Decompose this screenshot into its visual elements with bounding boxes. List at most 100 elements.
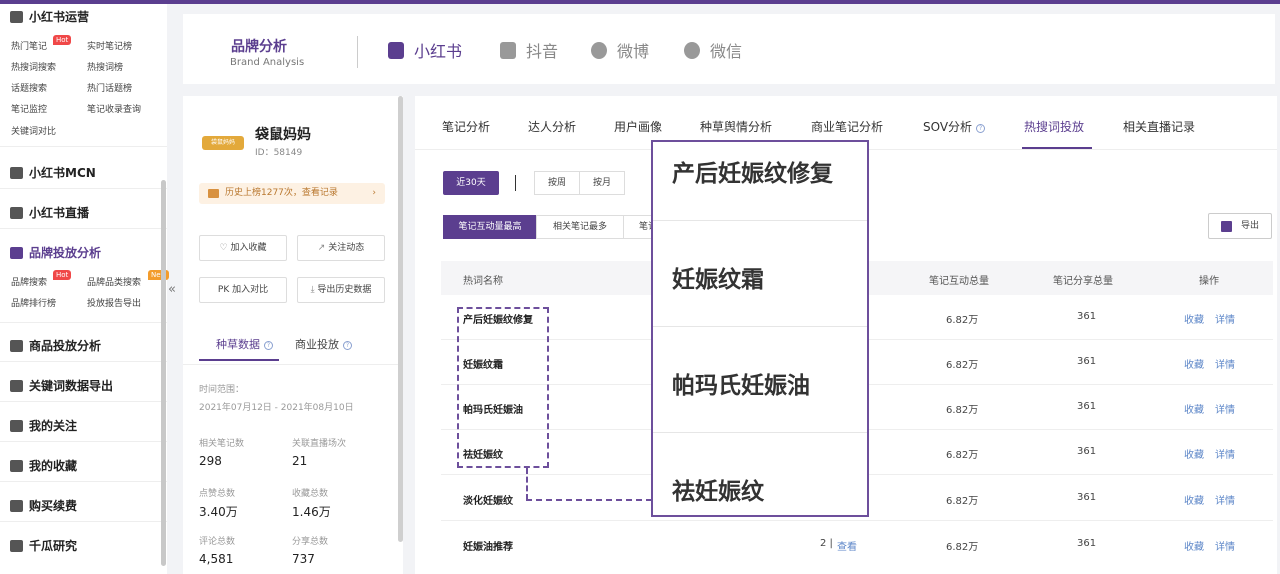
follow-updates-button[interactable]: ↗ 关注动态 <box>297 235 385 261</box>
favorite-link[interactable]: 收藏 <box>1184 401 1204 416</box>
tab-hot-search-ads[interactable]: 热搜词投放 <box>1024 118 1084 135</box>
detail-link[interactable]: 详情 <box>1215 492 1235 507</box>
heart-icon <box>10 459 23 472</box>
column-header: 热词名称 <box>463 276 503 287</box>
sidebar-section-xhs-ops[interactable]: 小红书运营 <box>10 8 89 25</box>
favorite-link[interactable]: 收藏 <box>1184 492 1204 507</box>
tab-xiaohongshu[interactable]: 小红书 <box>388 38 462 62</box>
sidebar-item-hot-search[interactable]: 热搜词搜索 <box>11 60 56 73</box>
sidebar-scrollbar[interactable] <box>161 180 166 566</box>
favorite-link[interactable]: 收藏 <box>1184 311 1204 326</box>
sidebar-item-topic-search[interactable]: 话题搜索 <box>11 81 47 94</box>
page-subtitle: Brand Analysis <box>230 57 305 68</box>
divider <box>0 401 167 402</box>
export-button[interactable]: 导出 <box>1208 213 1272 239</box>
tab-note-analysis[interactable]: 笔记分析 <box>442 118 490 135</box>
by-month-button[interactable]: 按月 <box>579 171 625 195</box>
favorite-link[interactable]: 收藏 <box>1184 356 1204 371</box>
sidebar-section-keyword-export[interactable]: 关键词数据导出 <box>10 377 113 394</box>
tab-seeding-data[interactable]: 种草数据? <box>216 336 273 352</box>
sidebar-item-realtime-notes[interactable]: 实时笔记榜 <box>87 39 132 52</box>
sidebar-section-live[interactable]: 小红书直播 <box>10 204 89 221</box>
sidebar-section-brand[interactable]: 品牌投放分析 <box>10 244 101 261</box>
tab-wechat[interactable]: 微信 <box>684 38 742 62</box>
sidebar-item-note-monitor[interactable]: 笔记监控 <box>11 102 47 115</box>
header-divider <box>357 36 358 68</box>
stat-label: 点赞总数 <box>199 489 236 499</box>
favorite-link[interactable]: 收藏 <box>1184 446 1204 461</box>
brand-id: ID：58149 <box>255 148 303 158</box>
tab-user-profile[interactable]: 用户画像 <box>614 118 662 135</box>
hot-badge: Hot <box>53 35 72 45</box>
interact-cell: 6.82万 <box>946 496 979 507</box>
sidebar-item-hot-search-rank[interactable]: 热搜词榜 <box>87 60 123 73</box>
sort-most-notes-button[interactable]: 相关笔记最多 <box>536 215 624 239</box>
share-cell: 361 <box>1077 492 1097 503</box>
detail-link[interactable]: 详情 <box>1215 401 1235 416</box>
last-30-days-button[interactable]: 近30天 <box>443 171 499 195</box>
share-cell: 361 <box>1077 311 1097 322</box>
sort-top-interaction-button[interactable]: 笔记互动量最高 <box>443 215 537 239</box>
sidebar-item-note-index[interactable]: 笔记收录查询 <box>87 102 141 115</box>
sidebar-section-follow[interactable]: 我的关注 <box>10 417 77 434</box>
detail-link[interactable]: 详情 <box>1215 356 1235 371</box>
history-rank-link[interactable]: 历史上榜1277次，查看记录 › <box>199 183 385 204</box>
detail-link[interactable]: 详情 <box>1215 311 1235 326</box>
time-range-label: 时间范围： <box>199 385 245 395</box>
tab-commercial-notes[interactable]: 商业笔记分析 <box>811 118 883 135</box>
divider <box>653 326 867 327</box>
tab-kol-analysis[interactable]: 达人分析 <box>528 118 576 135</box>
sidebar-section-goods[interactable]: 商品投放分析 <box>10 337 101 354</box>
add-compare-button[interactable]: PK 加入对比 <box>199 277 287 303</box>
cart-icon <box>10 499 23 512</box>
heart-icon: ♡ <box>219 243 231 253</box>
export-history-button[interactable]: ⤓ 导出历史数据 <box>297 277 385 303</box>
divider <box>183 364 403 365</box>
view-notes-link[interactable]: 查看 <box>837 538 857 553</box>
hot-badge: Hot <box>53 270 72 280</box>
stat-value: 298 <box>199 454 222 468</box>
sidebar-item-hot-topics[interactable]: 热门话题榜 <box>87 81 132 94</box>
collapse-sidebar-icon[interactable]: « <box>168 282 176 297</box>
xiaohongshu-icon <box>388 41 404 59</box>
connector-line <box>526 499 652 501</box>
stat-value: 737 <box>292 552 315 566</box>
divider <box>515 175 516 191</box>
brand-logo: 袋鼠妈妈 <box>202 136 244 150</box>
add-favorite-button[interactable]: ♡ 加入收藏 <box>199 235 287 261</box>
tab-weibo[interactable]: 微博 <box>591 38 649 62</box>
tab-sentiment[interactable]: 种草舆情分析 <box>700 118 772 135</box>
sidebar-item-brand-category[interactable]: 品牌品类搜索 <box>87 275 141 288</box>
building-icon <box>10 166 23 179</box>
column-header: 笔记分享总量 <box>1053 276 1113 287</box>
sidebar-item-keyword-compare[interactable]: 关键词对比 <box>11 124 56 137</box>
tab-live-records[interactable]: 相关直播记录 <box>1123 118 1195 135</box>
tab-douyin[interactable]: 抖音 <box>500 38 558 62</box>
by-week-button[interactable]: 按周 <box>534 171 580 195</box>
help-icon: ? <box>264 341 273 350</box>
sidebar-section-purchase[interactable]: 购买续费 <box>10 497 77 514</box>
sidebar-item-report-export[interactable]: 投放报告导出 <box>87 296 141 309</box>
connector-line <box>526 468 528 500</box>
douyin-icon <box>500 41 516 59</box>
sidebar-item-hot-notes[interactable]: 热门笔记 <box>11 39 47 52</box>
tab-commercial[interactable]: 商业投放? <box>295 336 352 352</box>
sidebar-section-mcn[interactable]: 小红书MCN <box>10 164 96 181</box>
divider <box>653 220 867 221</box>
card-scrollbar[interactable] <box>398 96 403 542</box>
help-icon: ? <box>343 341 352 350</box>
keyword-cell: 淡化妊娠纹 <box>463 496 513 507</box>
trend-icon: ↗ <box>317 243 329 253</box>
sidebar-item-brand-search[interactable]: 品牌搜索 <box>11 275 47 288</box>
detail-link[interactable]: 详情 <box>1215 538 1235 553</box>
sidebar-section-favorites[interactable]: 我的收藏 <box>10 457 77 474</box>
stat-label: 收藏总数 <box>292 489 329 499</box>
detail-link[interactable]: 详情 <box>1215 446 1235 461</box>
favorite-link[interactable]: 收藏 <box>1184 538 1204 553</box>
sidebar-section-research[interactable]: 千瓜研究 <box>10 537 77 554</box>
time-range-value: 2021年07月12日 - 2021年08月10日 <box>199 403 354 413</box>
divider <box>653 432 867 433</box>
sidebar-item-brand-rank[interactable]: 品牌排行榜 <box>11 296 56 309</box>
tab-sov[interactable]: SOV分析? <box>923 118 986 135</box>
stat-label: 关联直播场次 <box>292 439 347 449</box>
